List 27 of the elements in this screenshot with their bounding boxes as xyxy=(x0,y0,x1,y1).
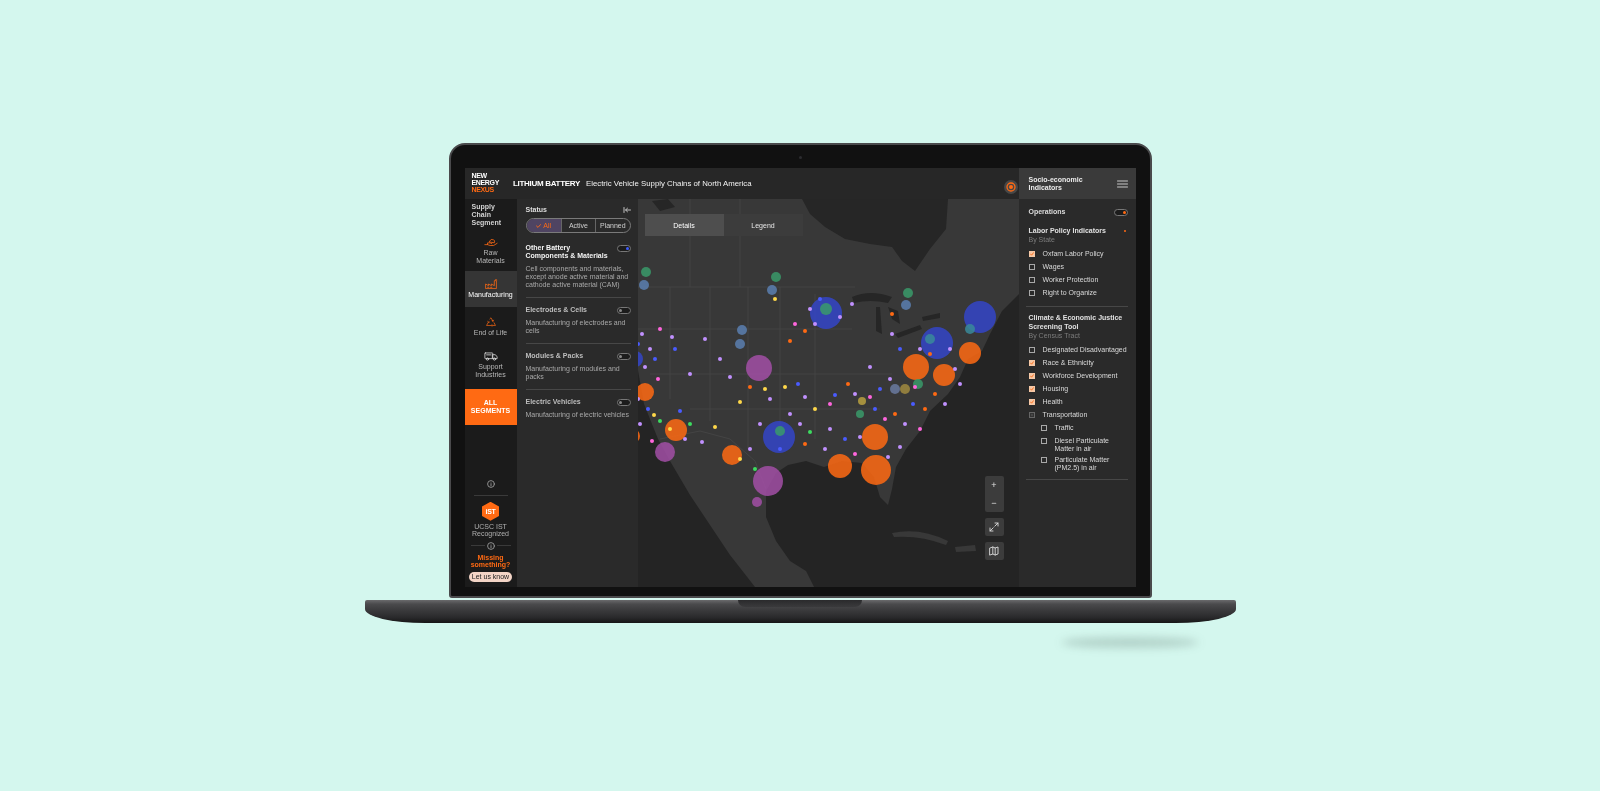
info-icon[interactable] xyxy=(486,541,495,550)
checkbox[interactable] xyxy=(1040,457,1047,464)
checkbox[interactable] xyxy=(1028,264,1035,271)
truck-icon xyxy=(483,351,498,362)
factory-icon xyxy=(483,279,498,290)
toggle-switch[interactable] xyxy=(616,399,631,406)
menu-icon[interactable] xyxy=(1116,179,1128,188)
target-icon[interactable] xyxy=(1003,179,1018,194)
hand-icon xyxy=(483,237,498,248)
checkbox[interactable] xyxy=(1028,277,1035,284)
checkbox[interactable] xyxy=(1028,290,1035,297)
checkbox[interactable] xyxy=(1028,251,1035,258)
map-icon xyxy=(989,546,999,556)
checkbox[interactable] xyxy=(1040,438,1047,445)
collapse-icon[interactable] xyxy=(622,206,631,213)
checkbox[interactable] xyxy=(1028,347,1035,354)
recycle-icon xyxy=(483,317,498,328)
checkbox[interactable] xyxy=(1028,412,1035,419)
check-icon xyxy=(536,223,542,228)
toggle-switch[interactable] xyxy=(616,245,631,252)
toggle-switch[interactable] xyxy=(616,353,631,360)
checkbox[interactable] xyxy=(1040,425,1047,432)
toggle-switch[interactable] xyxy=(616,307,631,314)
toggle-switch[interactable] xyxy=(1113,208,1128,216)
info-icon[interactable] xyxy=(486,479,495,488)
app-title: LITHIUM BATTERY xyxy=(512,179,581,188)
expand-icon xyxy=(989,522,999,532)
